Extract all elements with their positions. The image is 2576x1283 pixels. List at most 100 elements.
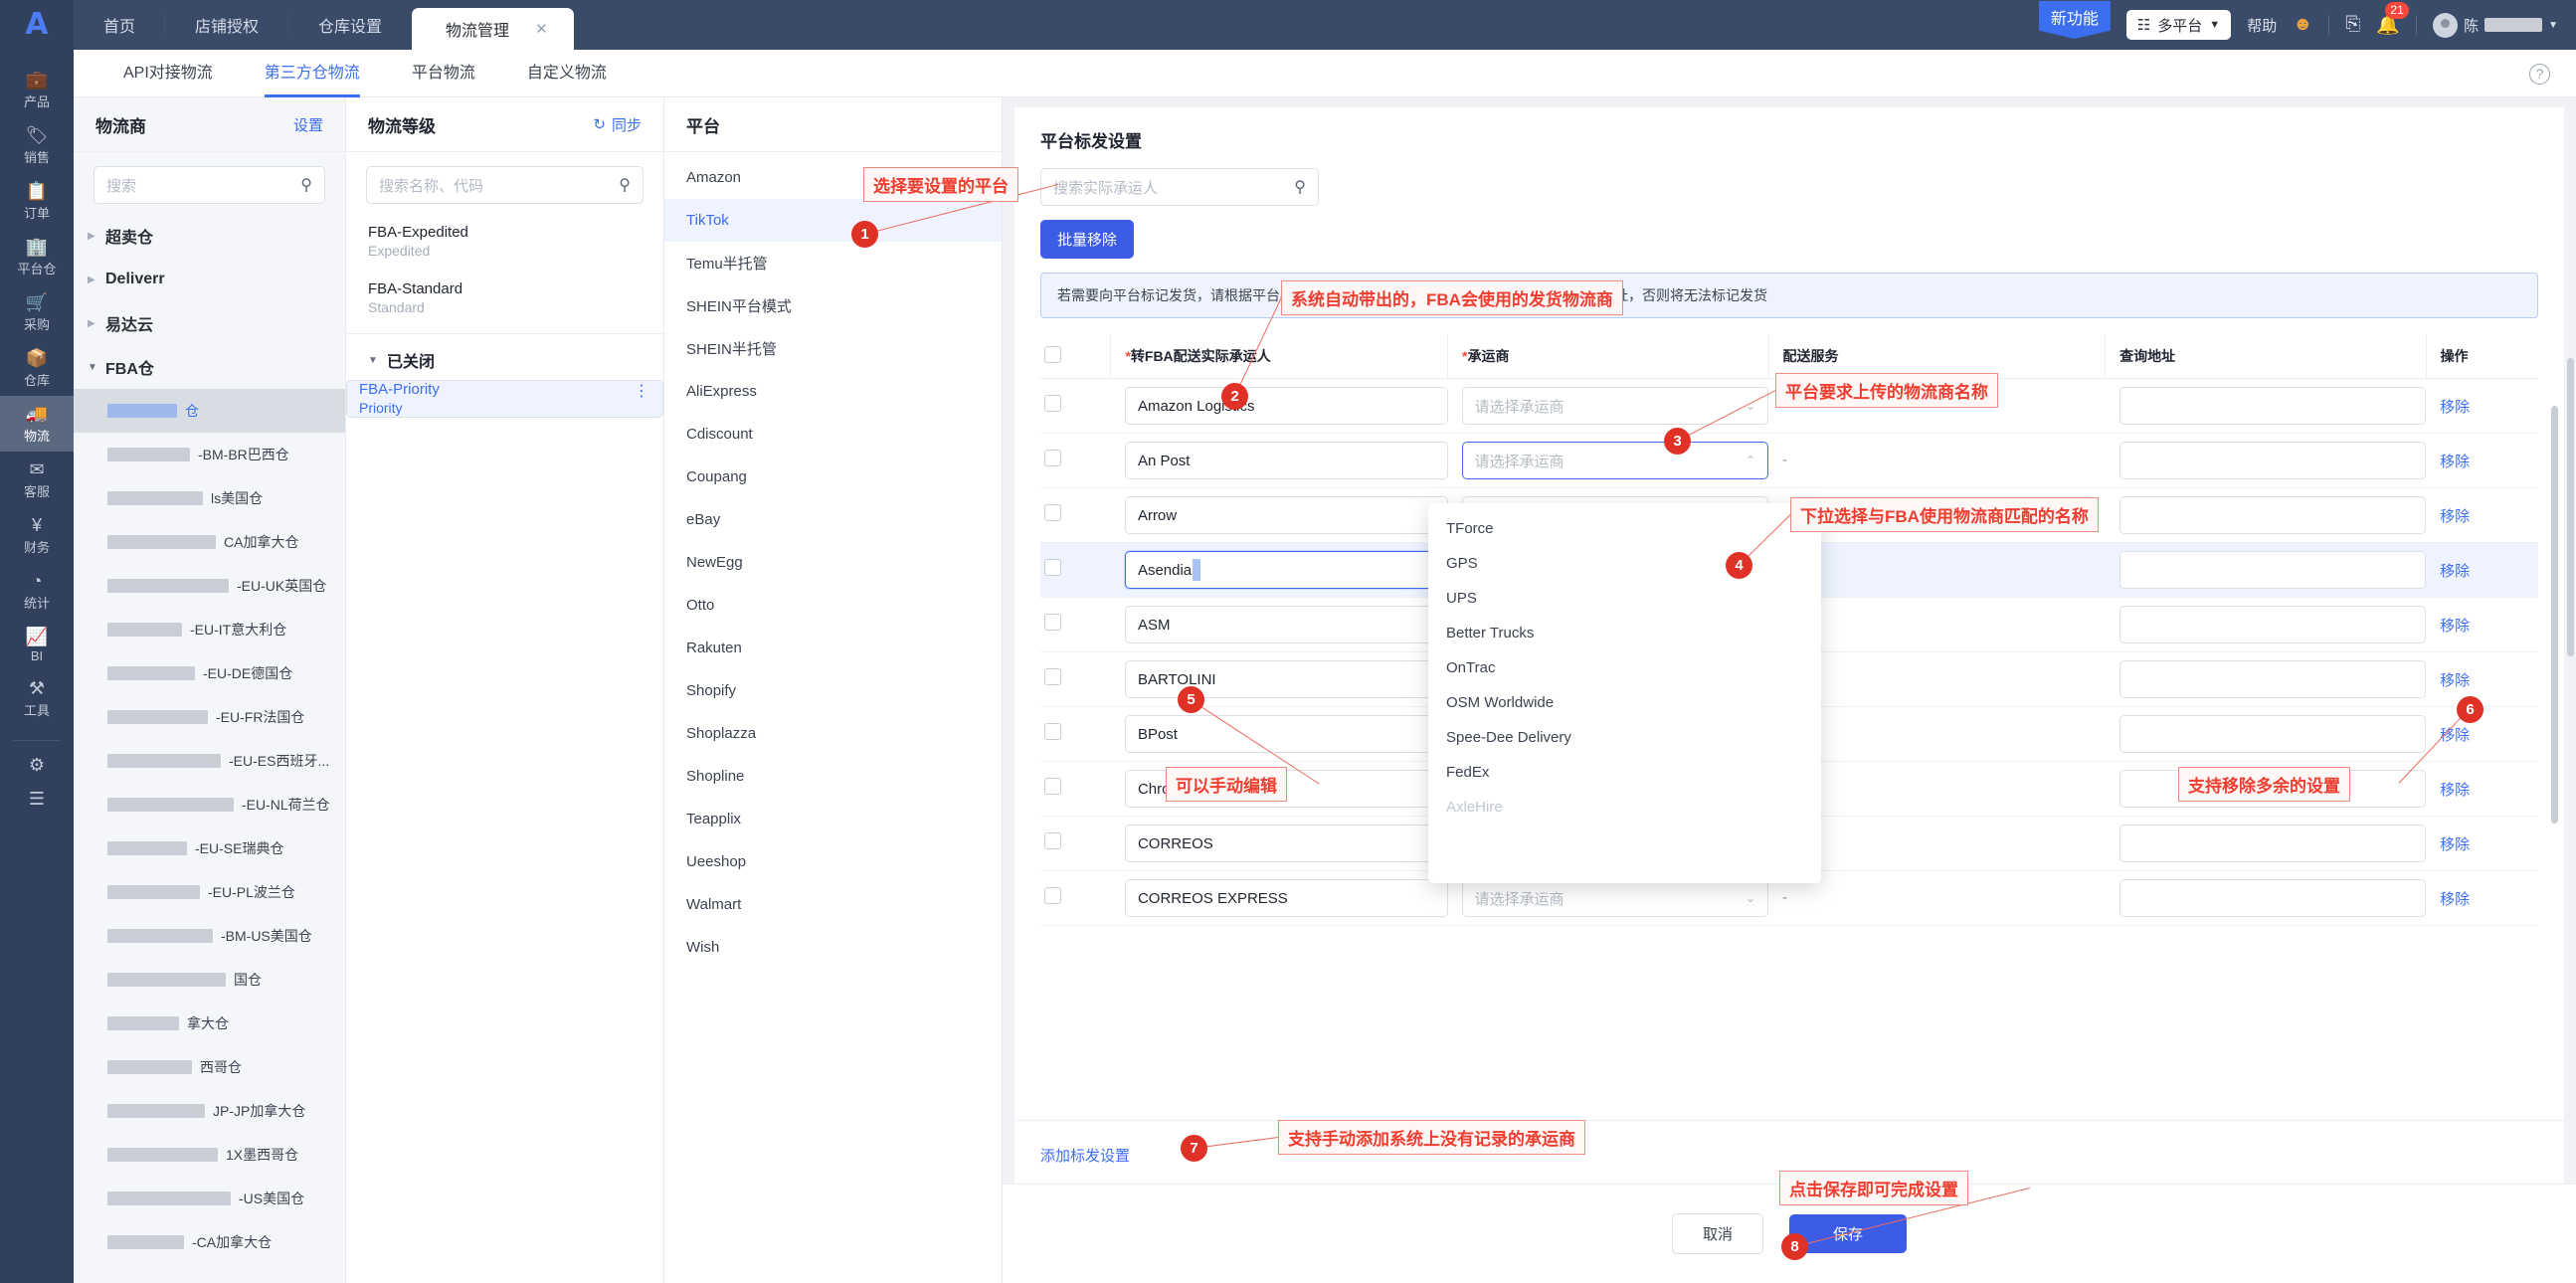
provider-item[interactable]: -EU-UK英国仓 — [74, 564, 345, 608]
help-circle-icon[interactable]: ? — [2529, 64, 2550, 85]
remove-row-link[interactable]: 移除 — [2440, 454, 2470, 470]
rail-item-销售[interactable]: 🏷 销售 — [0, 117, 74, 173]
provider-tree[interactable]: ▶ 超卖仓 ▶ Deliverr ▶ 易达云 ▼ FBA仓仓 -BM-BR巴西仓 ls美国仓 CA加… — [74, 214, 345, 1278]
dropdown-option-UPS[interactable]: UPS — [1428, 581, 1821, 616]
provider-search-input[interactable]: 搜索 ⚲ — [93, 166, 325, 204]
browser-tab-1[interactable]: 店铺授权 — [165, 0, 289, 50]
rail-item-采购[interactable]: 🛒 采购 — [0, 284, 74, 340]
row-checkbox[interactable] — [1044, 668, 1061, 685]
tracking-url-input[interactable] — [2118, 387, 2427, 425]
provider-item[interactable]: -CA加拿大仓 — [74, 1220, 345, 1264]
rail-item-gear[interactable]: ⚙ — [0, 747, 74, 781]
level-search-input[interactable]: 搜索名称、代码 ⚲ — [366, 166, 644, 204]
add-dispatch-setting-link[interactable]: 添加标发设置 — [1040, 1145, 1130, 1166]
tracking-url-input[interactable] — [2118, 606, 2427, 643]
provider-item[interactable]: JP-JP加拿大仓 — [74, 1089, 345, 1133]
carrier-name-input[interactable]: Asendia — [1124, 551, 1448, 589]
carrier-name-input[interactable]: ASM — [1124, 606, 1448, 643]
dropdown-option-OnTrac[interactable]: OnTrac — [1428, 650, 1821, 685]
provider-group-Deliverr[interactable]: ▶ Deliverr — [74, 258, 345, 301]
provider-group-易达云[interactable]: ▶ 易达云 — [74, 301, 345, 345]
rail-item-统计[interactable]: ◔ 统计 — [0, 563, 74, 619]
carrier-name-input[interactable]: Arrow — [1124, 496, 1448, 534]
provider-item[interactable]: 西哥仓 — [74, 1045, 345, 1089]
sub-tab-3[interactable]: 自定义物流 — [501, 50, 633, 97]
browser-tab-3[interactable]: 物流管理 ✕ — [412, 8, 574, 50]
carrier-name-input[interactable]: Amazon Logistics — [1124, 387, 1448, 425]
select-all-checkbox[interactable] — [1044, 346, 1061, 363]
platform-item-AliExpress[interactable]: AliExpress — [664, 370, 1002, 413]
remove-row-link[interactable]: 移除 — [2440, 782, 2470, 799]
sub-tab-0[interactable]: API对接物流 — [97, 50, 239, 97]
platform-item-Shopline[interactable]: Shopline — [664, 755, 1002, 798]
provider-item[interactable]: -BM-US美国仓 — [74, 914, 345, 958]
rail-item-客服[interactable]: ✉ 客服 — [0, 452, 74, 507]
browser-tab-0[interactable]: 首页 — [74, 0, 166, 50]
provider-group-超卖仓[interactable]: ▶ 超卖仓 — [74, 214, 345, 258]
dropdown-option-Better Trucks[interactable]: Better Trucks — [1428, 616, 1821, 650]
new-feature-badge[interactable]: 新功能 — [2038, 1, 2111, 39]
remove-row-link[interactable]: 移除 — [2440, 508, 2470, 525]
level-item-selected[interactable]: FBA-Priority Priority ⋮ — [346, 380, 663, 418]
bulk-remove-button[interactable]: 批量移除 — [1040, 220, 1135, 259]
provider-group-FBA仓[interactable]: ▼ FBA仓 — [74, 345, 345, 389]
remove-row-link[interactable]: 移除 — [2440, 891, 2470, 908]
tracking-url-input[interactable] — [2118, 660, 2427, 698]
tracking-url-input[interactable] — [2118, 715, 2427, 753]
level-item[interactable]: FBA-Standard Standard — [346, 271, 663, 327]
row-checkbox[interactable] — [1044, 778, 1061, 795]
remove-row-link[interactable]: 移除 — [2440, 399, 2470, 416]
rail-item-BI[interactable]: 📈 BI — [0, 619, 74, 670]
carrier-name-input[interactable]: CORREOS — [1124, 825, 1448, 862]
table-scrollbar[interactable] — [2551, 406, 2558, 824]
level-item[interactable]: FBA-Expedited Expedited — [346, 214, 663, 271]
remove-row-link[interactable]: 移除 — [2440, 563, 2470, 580]
platform-item-SHEIN半托管[interactable]: SHEIN半托管 — [664, 327, 1002, 370]
provider-item[interactable]: 国仓 — [74, 958, 345, 1002]
platform-item-Shoplazza[interactable]: Shoplazza — [664, 712, 1002, 755]
more-options-icon[interactable]: ⋮ — [634, 381, 650, 401]
row-checkbox[interactable] — [1044, 887, 1061, 904]
platform-item-Rakuten[interactable]: Rakuten — [664, 627, 1002, 669]
rail-item-工具[interactable]: ⚒ 工具 — [0, 670, 74, 726]
platform-item-eBay[interactable]: eBay — [664, 498, 1002, 541]
platform-item-Teapplix[interactable]: Teapplix — [664, 798, 1002, 840]
platform-item-Wish[interactable]: Wish — [664, 926, 1002, 969]
tracking-url-input[interactable] — [2118, 496, 2427, 534]
rail-item-产品[interactable]: 💼 产品 — [0, 62, 74, 117]
provider-item[interactable]: -EU-SE瑞典仓 — [74, 826, 345, 870]
provider-item[interactable]: -EU-DE德国仓 — [74, 651, 345, 695]
provider-item[interactable]: -EU-IT意大利仓 — [74, 608, 345, 651]
tracking-url-input[interactable] — [2118, 442, 2427, 479]
dropdown-option-AxleHire[interactable]: AxleHire — [1428, 790, 1821, 825]
carrier-select[interactable]: 请选择承运商⌄ — [1461, 387, 1768, 425]
provider-item[interactable]: -EU-PL波兰仓 — [74, 870, 345, 914]
carrier-select[interactable]: 请选择承运商⌄ — [1461, 879, 1768, 917]
carrier-search-input[interactable]: 搜索实际承运人 ⚲ — [1040, 168, 1319, 206]
tracking-url-input[interactable] — [2118, 551, 2427, 589]
platform-item-TikTok[interactable]: TikTok — [664, 199, 1002, 242]
provider-item[interactable]: -BM-BR巴西仓 — [74, 433, 345, 476]
row-checkbox[interactable] — [1044, 832, 1061, 849]
provider-item[interactable]: -EU-NL荷兰仓 — [74, 783, 345, 826]
platform-item-Coupang[interactable]: Coupang — [664, 456, 1002, 498]
row-checkbox[interactable] — [1044, 395, 1061, 412]
rail-item-仓库[interactable]: 📦 仓库 — [0, 340, 74, 396]
download-icon[interactable]: ⎘ — [2345, 14, 2360, 36]
provider-item[interactable]: -EU-FR法国仓 — [74, 695, 345, 739]
dropdown-option-OSM Worldwide[interactable]: OSM Worldwide — [1428, 685, 1821, 720]
tracking-url-input[interactable] — [2118, 825, 2427, 862]
user-menu[interactable]: 陈 ▼ — [2433, 12, 2558, 38]
carrier-name-input[interactable]: BPost — [1124, 715, 1448, 753]
rail-item-平台仓[interactable]: 🏢 平台仓 — [0, 229, 74, 284]
row-checkbox[interactable] — [1044, 559, 1061, 576]
carrier-select[interactable]: 请选择承运商 ⌃ — [1461, 442, 1768, 479]
platform-item-Ueeshop[interactable]: Ueeshop — [664, 840, 1002, 883]
support-agent-icon[interactable]: ☻ — [2293, 14, 2312, 36]
platform-item-SHEIN平台模式[interactable]: SHEIN平台模式 — [664, 284, 1002, 327]
dropdown-option-Spee-Dee Delivery[interactable]: Spee-Dee Delivery — [1428, 720, 1821, 755]
platform-item-Otto[interactable]: Otto — [664, 584, 1002, 627]
carrier-select-dropdown[interactable]: TForce GPS UPS Better Trucks OnTrac OSM World… — [1428, 503, 1821, 883]
row-checkbox[interactable] — [1044, 504, 1061, 521]
platform-item-Cdiscount[interactable]: Cdiscount — [664, 413, 1002, 456]
